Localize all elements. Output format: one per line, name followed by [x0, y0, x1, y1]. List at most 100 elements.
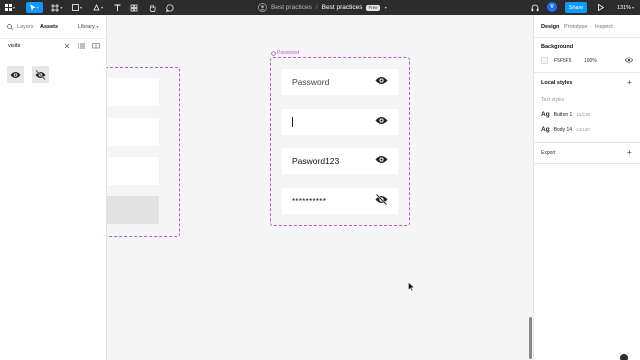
file-name[interactable]: Best practices — [322, 4, 363, 11]
field-text: ********** — [292, 197, 327, 206]
breadcrumb-separator: / — [315, 4, 318, 11]
text-style-name: Button 1 — [553, 112, 573, 118]
divider — [534, 72, 640, 73]
field-text: Pasword123 — [292, 156, 340, 166]
password-field-hidden[interactable]: ********** — [282, 188, 398, 214]
resources-icon — [130, 4, 138, 11]
eye-icon[interactable] — [375, 155, 388, 164]
text-tool-button[interactable] — [112, 2, 122, 13]
field-text: Password — [292, 77, 330, 87]
frame-icon — [51, 3, 60, 12]
tab-prototype[interactable]: Prototype — [564, 24, 588, 30]
chevron-down-icon: ▾ — [96, 24, 99, 29]
play-icon — [598, 4, 604, 11]
eye-icon[interactable] — [375, 116, 388, 125]
comment-tool-button[interactable] — [165, 2, 175, 13]
share-button[interactable]: Share — [565, 2, 587, 13]
left-frame-row — [107, 157, 159, 185]
background-heading: Background — [541, 44, 574, 50]
frame-tool-button[interactable]: ▾ — [50, 2, 64, 13]
right-panel: Design Prototype Inspect Background F5F5… — [533, 15, 640, 360]
clear-search-icon[interactable] — [64, 43, 70, 49]
chevron-down-icon: ▾ — [36, 5, 39, 10]
asset-search-input[interactable]: visibi — [0, 38, 107, 52]
tab-assets[interactable]: Assets — [40, 24, 58, 30]
help-button[interactable] — [620, 354, 628, 360]
move-tool-button[interactable]: ▾ — [26, 2, 43, 13]
vertical-scrollbar[interactable] — [529, 317, 532, 359]
password-field-focused[interactable] — [282, 109, 398, 135]
search-icon[interactable] — [7, 24, 13, 30]
library-book-icon[interactable] — [92, 43, 100, 49]
canvas[interactable]: Password Password Pasword123 ********** — [107, 15, 533, 360]
mouse-cursor-icon — [408, 282, 415, 291]
resources-button[interactable] — [129, 2, 139, 13]
headphones-icon — [531, 4, 539, 11]
text-style-ag-icon: Ag — [541, 111, 550, 118]
tab-inspect[interactable]: Inspect — [595, 24, 613, 30]
password-field-default[interactable]: Password — [282, 69, 398, 95]
top-toolbar: ▾ ▾ ▾ ▾ ▾ Best practices / Best practice… — [0, 0, 640, 15]
left-frame-row-disabled — [107, 196, 159, 224]
chevron-down-icon: ▾ — [60, 5, 63, 10]
comment-icon — [166, 3, 174, 12]
team-avatar-icon — [258, 3, 267, 12]
text-style-meta: 16/130 — [576, 112, 591, 117]
background-swatch[interactable] — [541, 57, 548, 64]
zoom-dropdown[interactable]: 131% ▾ — [617, 0, 634, 15]
frame-label[interactable]: Password — [271, 50, 299, 56]
background-opacity[interactable]: 100% — [584, 58, 597, 64]
text-style-item[interactable]: Ag Body 14 14/120 — [541, 126, 590, 133]
chevron-down-icon[interactable]: ▾ — [385, 5, 387, 10]
text-style-meta: 14/120 — [576, 127, 590, 132]
plan-badge: Free — [366, 4, 380, 11]
hand-tool-button[interactable] — [147, 2, 157, 13]
left-frame[interactable] — [107, 67, 180, 237]
add-style-plus-icon[interactable]: + — [627, 79, 632, 87]
list-view-icon[interactable] — [78, 43, 85, 49]
pen-tool-button[interactable]: ▾ — [91, 2, 105, 13]
eye-off-icon[interactable] — [375, 194, 388, 205]
component-icon — [271, 50, 276, 56]
avatar[interactable]: V — [547, 2, 557, 12]
library-button[interactable]: Library ▾ — [78, 24, 98, 30]
left-panel: Layers Assets Library ▾ visibi — [0, 15, 107, 360]
project-name[interactable]: Best practices — [271, 4, 312, 11]
file-title: Best practices / Best practices Free ▾ — [258, 0, 387, 15]
asset-eye-off-component[interactable] — [32, 66, 49, 83]
chevron-down-icon: ▾ — [79, 5, 82, 10]
tab-design[interactable]: Design — [541, 24, 559, 30]
text-icon — [114, 4, 120, 11]
eye-icon[interactable] — [375, 76, 388, 85]
library-label: Library — [78, 24, 95, 30]
headphones-button[interactable] — [530, 2, 540, 13]
chevron-down-icon: ▾ — [632, 5, 635, 10]
divider — [534, 163, 640, 164]
left-frame-row — [107, 118, 159, 146]
asset-eye-component[interactable] — [7, 66, 24, 83]
pen-icon — [93, 4, 100, 11]
background-hex[interactable]: F5F5F5 — [554, 58, 572, 64]
password-component-set[interactable]: Password Pasword123 ********** — [270, 57, 410, 226]
chevron-down-icon: ▾ — [100, 5, 103, 10]
shape-tool-button[interactable]: ▾ — [70, 2, 84, 13]
chevron-down-icon: ▾ — [12, 5, 15, 10]
main-menu-button[interactable]: ▾ — [3, 2, 17, 13]
search-value: visibi — [8, 43, 21, 49]
password-field-visible[interactable]: Pasword123 — [282, 148, 398, 174]
present-button[interactable] — [596, 2, 606, 13]
divider — [534, 37, 640, 38]
visibility-eye-icon[interactable] — [625, 57, 633, 63]
eye-icon — [10, 71, 21, 78]
add-export-plus-icon[interactable]: + — [627, 149, 632, 157]
tab-layers[interactable]: Layers — [17, 24, 34, 30]
text-caret — [292, 117, 293, 127]
zoom-level: 131% — [617, 4, 632, 11]
text-styles-heading: Text styles — [541, 97, 565, 103]
hand-icon — [149, 4, 156, 12]
text-style-ag-icon: Ag — [541, 126, 550, 133]
divider — [534, 142, 640, 143]
text-style-item[interactable]: Ag Button 1 16/130 — [541, 111, 590, 118]
eye-off-icon — [35, 69, 46, 80]
rectangle-icon — [72, 4, 79, 11]
